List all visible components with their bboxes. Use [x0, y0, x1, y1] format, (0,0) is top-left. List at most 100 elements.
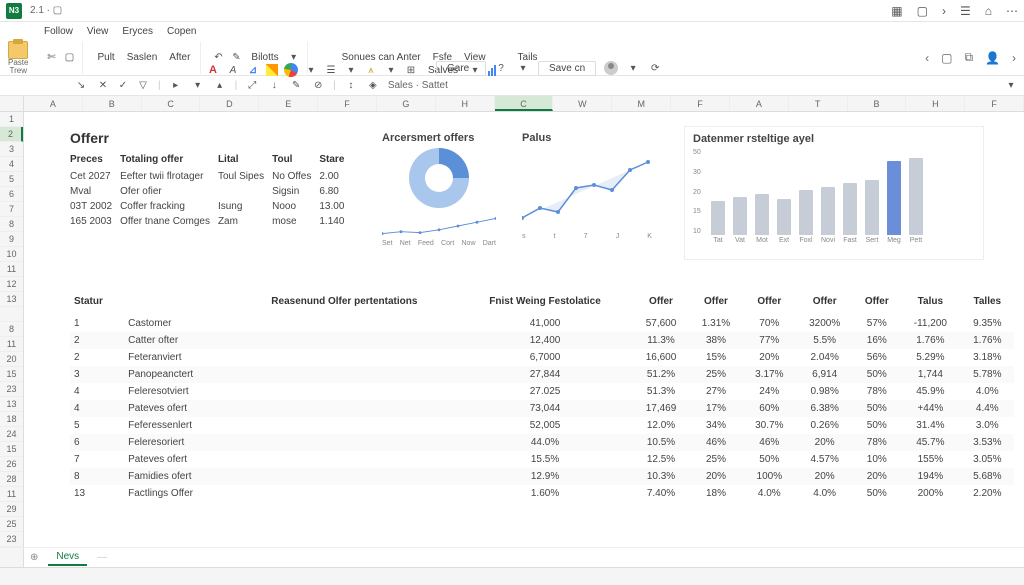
data-cell[interactable]: 50% [853, 485, 900, 502]
font-color-icon[interactable]: A [206, 63, 220, 77]
data-cell[interactable]: 44.0% [457, 434, 632, 451]
row-header[interactable]: 11 [0, 262, 23, 277]
data-cell[interactable]: 3200% [796, 315, 853, 332]
data-cell[interactable]: 50% [853, 400, 900, 417]
offerr-cell[interactable]: Toul Sipes [218, 169, 272, 184]
data-cell[interactable]: Catter ofter [124, 332, 231, 349]
column-header[interactable]: H [436, 96, 495, 111]
data-cell[interactable]: 4.4% [961, 400, 1014, 417]
column-header[interactable]: A [730, 96, 789, 111]
data-cell[interactable]: 78% [853, 434, 900, 451]
offerr-cell[interactable]: Cet 2027 [70, 169, 120, 184]
offerr-row[interactable]: 03T 2002Coffer frackingIsungNooo13.00 [70, 199, 352, 214]
data-cell[interactable]: 17% [689, 400, 742, 417]
data-cell[interactable]: 45.7% [900, 434, 960, 451]
offerr-cell[interactable]: Sigsin [272, 184, 319, 199]
row-header[interactable]: 13 [0, 292, 23, 307]
data-cell[interactable]: 4 [70, 383, 124, 400]
data-cell[interactable]: 7 [70, 451, 124, 468]
pie-chart-icon[interactable] [284, 63, 298, 77]
data-cell[interactable]: 200% [900, 485, 960, 502]
data-cell[interactable] [231, 366, 457, 383]
row-header[interactable]: 2 [0, 127, 23, 142]
data-cell[interactable]: 2.04% [796, 349, 853, 366]
excel-app-icon[interactable]: N3 [6, 3, 22, 19]
data-cell[interactable]: Pateves ofert [124, 400, 231, 417]
data-cell[interactable]: 51.3% [633, 383, 690, 400]
table-icon[interactable]: ⊞ [404, 63, 418, 77]
data-cell[interactable]: 4.0% [743, 485, 796, 502]
data-cell[interactable]: 10% [853, 451, 900, 468]
data-cell[interactable]: 4.0% [796, 485, 853, 502]
data-cell[interactable]: 18% [689, 485, 742, 502]
data-cell[interactable]: Famidies ofert [124, 468, 231, 485]
column-header[interactable]: D [200, 96, 259, 111]
row-header[interactable]: 7 [0, 202, 23, 217]
row-header[interactable]: 6 [0, 187, 23, 202]
data-cell[interactable]: 45.9% [900, 383, 960, 400]
icon-a[interactable]: ▸ [169, 79, 183, 93]
data-col-header[interactable]: Fnist Weing Festolatice [457, 292, 632, 315]
data-cell[interactable]: 1.76% [900, 332, 960, 349]
data-cell[interactable] [231, 417, 457, 434]
row-header[interactable]: 25 [0, 517, 23, 532]
data-cell[interactable]: 27.025 [457, 383, 632, 400]
data-col-header[interactable]: Offer [633, 292, 690, 315]
data-col-header[interactable]: Offer [743, 292, 796, 315]
data-cell[interactable]: 78% [853, 383, 900, 400]
underline-color-icon[interactable]: ⊿ [246, 63, 260, 77]
fill-color-icon[interactable] [266, 64, 278, 76]
data-cell[interactable]: 16,600 [633, 349, 690, 366]
ribbon-label-saslen[interactable]: Saslen [123, 52, 162, 63]
chevron-down-icon[interactable]: ▾ [344, 63, 358, 77]
filter-icon[interactable]: ▽ [136, 79, 150, 93]
data-cell[interactable]: 1 [70, 315, 124, 332]
list-icon[interactable]: ☰ [324, 63, 338, 77]
column-header[interactable]: F [671, 96, 730, 111]
row-header[interactable]: 28 [0, 472, 23, 487]
offerr-row[interactable]: Cet 2027Eefter twii flrotagerToul SipesN… [70, 169, 352, 184]
data-cell[interactable]: 2 [70, 349, 124, 366]
copy-icon[interactable]: ▢ [62, 51, 76, 65]
data-cell[interactable]: Factlings Offer [124, 485, 231, 502]
person-icon[interactable]: 👤 [985, 51, 1000, 65]
chevron-right-icon[interactable]: › [942, 4, 946, 18]
column-header[interactable]: E [259, 96, 318, 111]
row-header[interactable]: 8 [0, 322, 23, 337]
ribbon-label-after[interactable]: After [165, 52, 194, 63]
help-icon[interactable]: ? [494, 61, 508, 75]
data-row[interactable]: 2Catter ofter12,40011.3%38%77%5.5%16%1.7… [70, 332, 1014, 349]
row-header[interactable]: 26 [0, 457, 23, 472]
row-header[interactable]: 23 [0, 382, 23, 397]
data-cell[interactable]: 13 [70, 485, 124, 502]
data-cell[interactable]: 41,000 [457, 315, 632, 332]
row-header[interactable]: 10 [0, 247, 23, 262]
column-header[interactable]: H [906, 96, 965, 111]
data-cell[interactable]: Castomer [124, 315, 231, 332]
data-cell[interactable]: 6.38% [796, 400, 853, 417]
chevron-down-icon[interactable]: ▾ [626, 61, 640, 75]
save-input[interactable]: Save cn [538, 61, 596, 76]
data-cell[interactable]: 155% [900, 451, 960, 468]
data-cell[interactable]: 5.68% [961, 468, 1014, 485]
offerr-row[interactable]: 165 2003Offer tnane ComgesZammose1.140 [70, 214, 352, 229]
italic-icon[interactable]: A [226, 63, 240, 77]
menu-view[interactable]: View [87, 26, 109, 37]
ribbon-label-pult[interactable]: Pult [93, 52, 118, 63]
row-header[interactable]: 24 [0, 427, 23, 442]
data-cell[interactable]: 3 [70, 366, 124, 383]
page-icon[interactable]: ▢ [917, 4, 928, 18]
ellipsis-icon[interactable]: ⋯ [1006, 4, 1018, 18]
data-cell[interactable]: 12.5% [633, 451, 690, 468]
offerr-cell[interactable]: 2.00 [319, 169, 352, 184]
data-cell[interactable]: 12.9% [457, 468, 632, 485]
data-cell[interactable]: Panopeanctert [124, 366, 231, 383]
data-cell[interactable]: 4 [70, 400, 124, 417]
chevron-down-icon[interactable]: ▾ [304, 63, 318, 77]
data-cell[interactable]: 31.4% [900, 417, 960, 434]
data-cell[interactable]: Feferessenlert [124, 417, 231, 434]
column-header[interactable]: B [848, 96, 907, 111]
column-header[interactable]: G [377, 96, 436, 111]
arrow-icon[interactable]: ↘ [74, 79, 88, 93]
data-cell[interactable]: 52,005 [457, 417, 632, 434]
